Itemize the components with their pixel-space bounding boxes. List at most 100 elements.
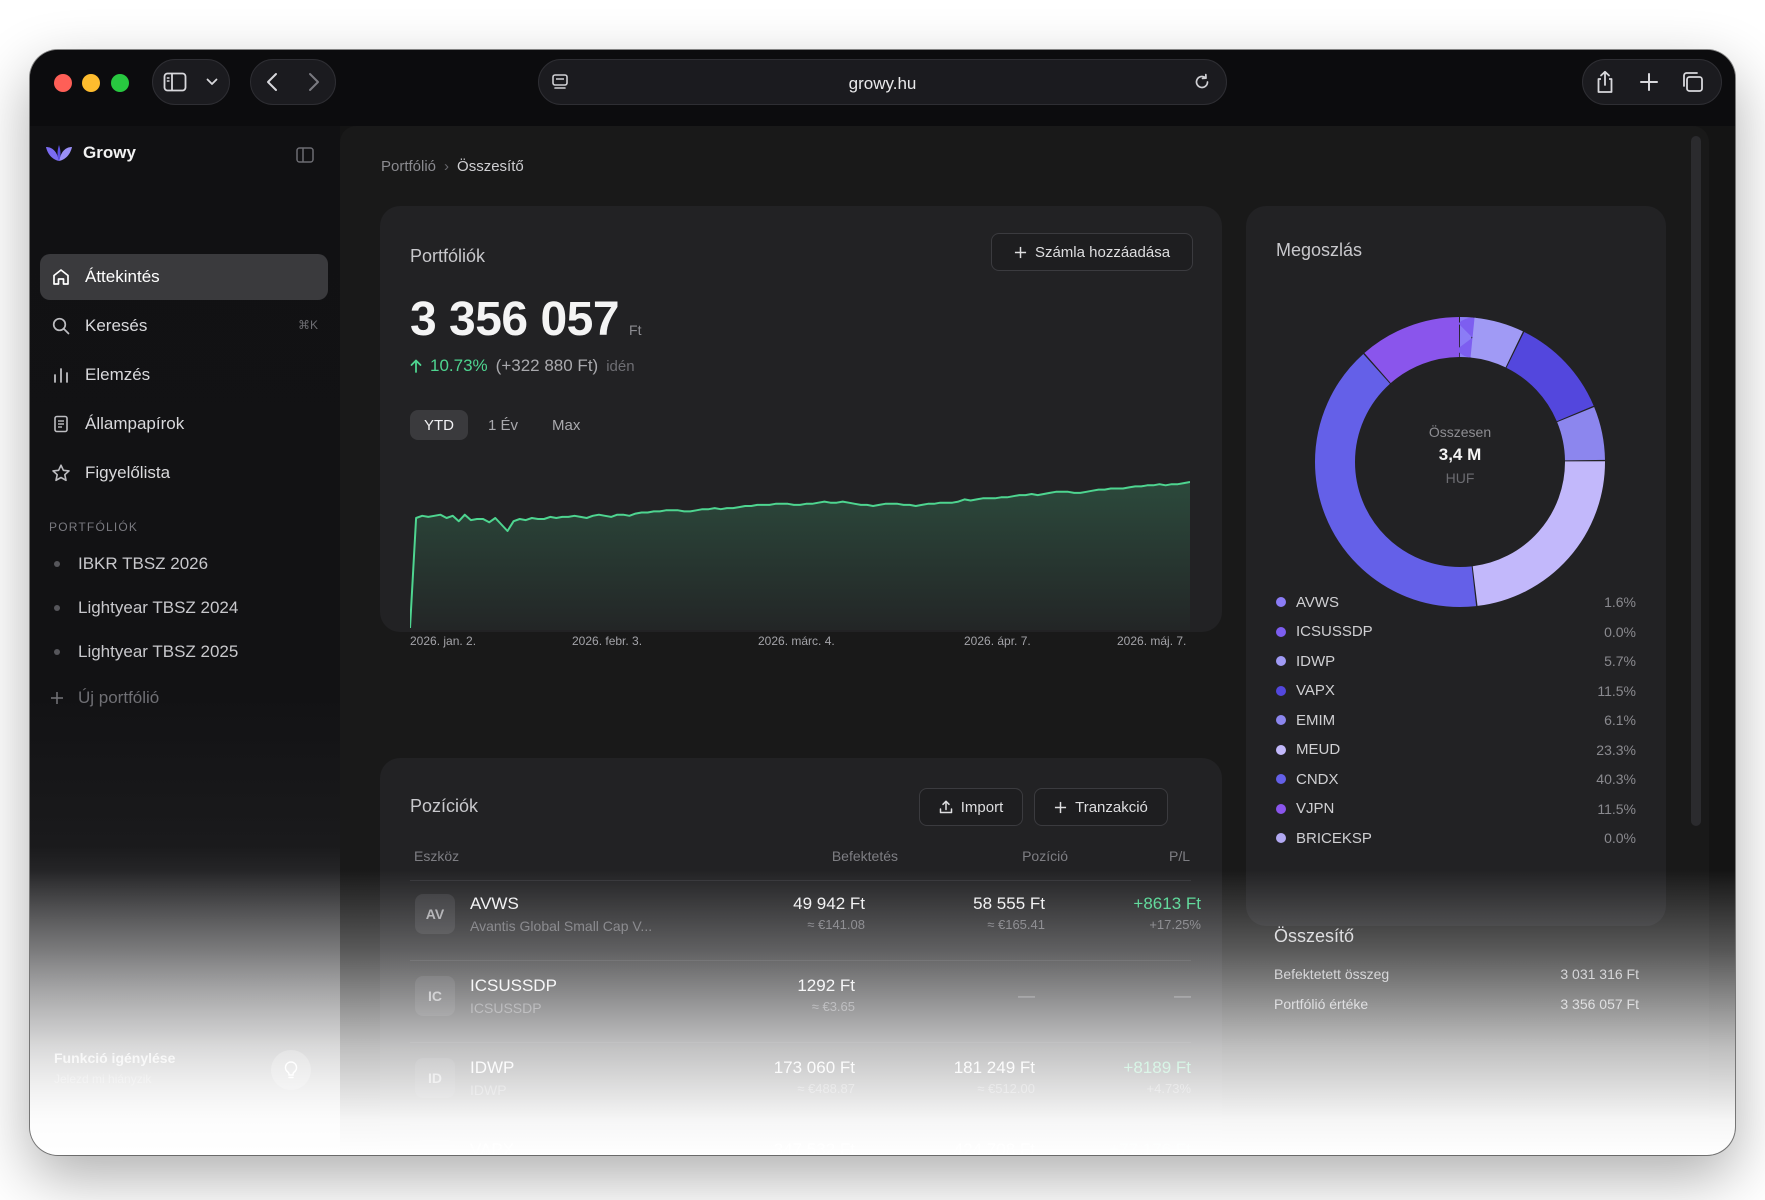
legend-percent: 1.6% (1604, 594, 1636, 610)
add-account-button[interactable]: Számla hozzáadása (991, 233, 1193, 271)
legend-name: MEUD (1296, 741, 1341, 758)
asset-badge: VA (415, 1140, 455, 1155)
legend-percent: 11.5% (1597, 682, 1636, 699)
nav-item-attekintes[interactable]: Áttekintés (40, 254, 328, 300)
legend-item-avws[interactable]: AVWS 1.6% (1276, 592, 1636, 612)
table-row[interactable]: IC ICSUSSDP ICSUSSDP 1292 Ft ≈ €3.65 — — (410, 968, 1191, 1026)
table-row[interactable]: AV AVWS Avantis Global Small Cap V... 49… (410, 886, 1201, 944)
collapse-sidebar-icon[interactable] (296, 147, 314, 163)
nav-label: Állampapírok (85, 414, 185, 433)
asset-name: VAPX (470, 1140, 515, 1155)
asset-badge: AV (415, 894, 455, 934)
plus-icon (1014, 246, 1027, 258)
pl-value: +8189 Ft (1123, 1058, 1191, 1077)
bar-chart-icon (54, 368, 68, 383)
donut-center-unit: HUF (1445, 470, 1475, 486)
period-max[interactable]: Max (538, 410, 594, 440)
legend-item-vjpn[interactable]: VJPN 11.5% (1276, 799, 1636, 819)
table-row[interactable]: ID IDWP IDWP 173 060 Ft ≈ €488.87 181 24… (410, 1050, 1191, 1108)
invested-value: 1292 Ft (797, 976, 855, 995)
legend-item-vapx[interactable]: VAPX 11.5% (1276, 681, 1636, 701)
legend-item-cndx[interactable]: CNDX 40.3% (1276, 769, 1636, 789)
legend-dot-icon (1276, 685, 1286, 696)
portfolio-item[interactable]: IBKR TBSZ 2026 (54, 554, 208, 574)
chevron-right-icon (309, 73, 319, 91)
header-invested[interactable]: Befektetés (770, 848, 898, 864)
summary-value: 3 356 057 Ft (1560, 996, 1639, 1012)
main-content: Portfólió › Összesítő Portfóliók Számla ho… (340, 126, 1709, 1155)
portfolio-item[interactable]: Lightyear TBSZ 2024 (54, 598, 238, 618)
breadcrumb: Portfólió › Összesítő (381, 158, 524, 175)
x-axis-tick: 2026. febr. 3. (572, 634, 643, 648)
invested-value: 49 942 Ft (793, 894, 865, 913)
summary-row: Portfólió értéke 3 356 057 Ft (1274, 996, 1639, 1012)
url-text: growy.hu (848, 74, 917, 93)
asset-badge: IC (415, 976, 455, 1016)
position-cell: 424 708 Ft (954, 1140, 1035, 1155)
nav-item-figyelolista[interactable]: Figyelőlista (40, 450, 328, 496)
plus-icon (1055, 801, 1067, 813)
asset-name: AVWS (470, 894, 519, 913)
pl-cell: +8189 Ft +4.73% (1123, 1058, 1191, 1096)
import-button[interactable]: Import (919, 788, 1023, 826)
sidebar-icon (163, 72, 187, 92)
sidebar-toggle-button[interactable] (153, 60, 197, 104)
portfolio-item[interactable]: Lightyear TBSZ 2025 (54, 642, 238, 662)
legend-name: VAPX (1296, 682, 1335, 699)
portfolio-dot-icon (54, 561, 60, 567)
main-scrollbar[interactable] (1691, 136, 1701, 826)
legend-dot-icon (1276, 833, 1286, 843)
feature-request-button[interactable] (271, 1050, 311, 1090)
invested-value: 347 532 Ft (773, 1140, 855, 1155)
nav-item-elemzes[interactable]: Elemzés (40, 352, 328, 398)
table-divider (410, 1042, 1191, 1043)
portfolio-label: Lightyear TBSZ 2024 (78, 598, 239, 617)
period-ytd[interactable]: YTD (410, 410, 468, 440)
minimize-window-button[interactable] (82, 74, 100, 92)
brand[interactable]: Growy (45, 143, 136, 163)
header-pl[interactable]: P/L (1100, 848, 1190, 864)
reload-icon[interactable] (1192, 72, 1212, 92)
back-button[interactable] (251, 60, 293, 104)
nav-item-allampapirok[interactable]: Állampapírok (40, 401, 328, 447)
tab-overview-button[interactable] (1671, 60, 1715, 104)
legend-item-meud[interactable]: MEUD 23.3% (1276, 740, 1636, 760)
asset-description: ICSUSSDP (470, 1000, 542, 1016)
table-row[interactable]: VA VAPX 347 532 Ft 424 708 Ft +77 176 Ft (410, 1132, 1191, 1155)
forward-button[interactable] (293, 60, 335, 104)
legend-percent: 0.0% (1604, 623, 1636, 640)
header-position[interactable]: Pozíció (940, 848, 1068, 864)
pl-percent: +17.25% (1149, 917, 1201, 932)
table-divider (410, 960, 1191, 961)
sidebar-toggle-group (152, 59, 230, 105)
summary-value: 3 031 316 Ft (1560, 966, 1639, 982)
chevron-down-icon (206, 78, 218, 85)
header-asset[interactable]: Eszköz (414, 848, 459, 864)
zoom-window-button[interactable] (111, 74, 129, 92)
nav-item-kereses[interactable]: Keresés ⌘K (40, 303, 328, 349)
breadcrumb-parent[interactable]: Portfólió (381, 158, 436, 175)
navigation-group (250, 59, 336, 105)
legend-item-icsussdp[interactable]: ICSUSSDP 0.0% (1276, 622, 1636, 642)
pl-value: +8613 Ft (1133, 894, 1201, 913)
pl-cell: — (1174, 986, 1191, 1006)
performance-chart[interactable] (410, 468, 1190, 630)
upload-icon (939, 800, 952, 814)
legend-name: VJPN (1296, 800, 1335, 817)
legend-item-emim[interactable]: EMIM 6.1% (1276, 710, 1636, 730)
share-button[interactable] (1583, 60, 1627, 104)
invested-value: 173 060 Ft (773, 1058, 855, 1077)
legend-name: CNDX (1296, 770, 1339, 788)
legend-item-briceksp[interactable]: BRICEKSP 0.0% (1276, 828, 1636, 848)
legend-item-idwp[interactable]: IDWP 5.7% (1276, 651, 1636, 671)
address-bar[interactable]: growy.hu (538, 59, 1227, 105)
plus-icon (1640, 73, 1658, 91)
feature-request[interactable]: Funkció igénylése Jelezd mi hiányzik (54, 1050, 175, 1086)
period-1ev[interactable]: 1 Év (474, 410, 532, 440)
close-window-button[interactable] (54, 74, 72, 92)
tab-groups-dropdown[interactable] (197, 60, 227, 104)
legend-dot-icon (1276, 774, 1286, 784)
new-portfolio-button[interactable]: Új portfólió (50, 688, 159, 708)
add-transaction-button[interactable]: Tranzakció (1034, 788, 1168, 826)
new-tab-button[interactable] (1627, 60, 1671, 104)
